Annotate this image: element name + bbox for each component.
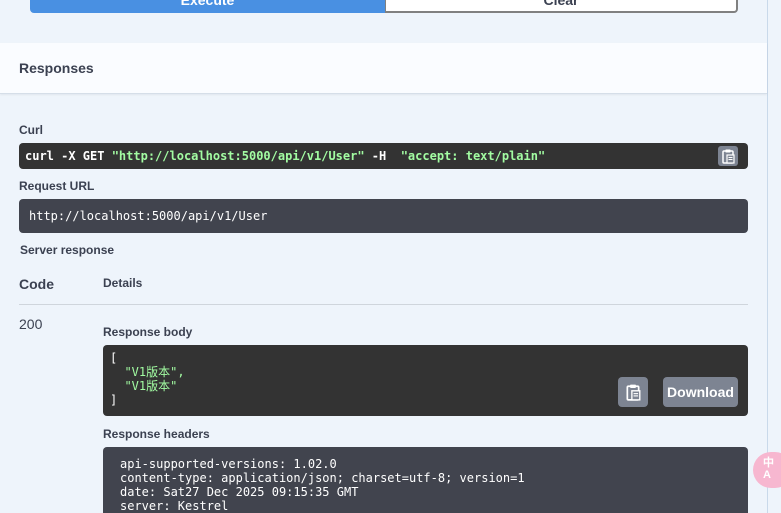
clipboard-icon xyxy=(626,384,641,401)
responses-title: Responses xyxy=(19,60,94,76)
json-open-bracket: [ xyxy=(110,351,118,365)
response-code: 200 xyxy=(19,316,43,332)
curl-flag: -H xyxy=(364,149,401,163)
request-url-label: Request URL xyxy=(19,179,95,193)
responses-panel: Execute Clear Responses Curl curl -X GET… xyxy=(0,0,768,513)
curl-header: "accept: text/plain" xyxy=(400,149,546,163)
code-column-header: Code xyxy=(19,276,54,292)
copy-body-button[interactable] xyxy=(618,377,648,407)
curl-prefix: curl -X GET xyxy=(25,149,112,163)
download-button[interactable]: Download xyxy=(663,377,738,407)
translate-icon-line1: 中 xyxy=(763,457,774,469)
clipboard-icon xyxy=(722,149,735,164)
response-body-label: Response body xyxy=(103,325,193,339)
details-column-header: Details xyxy=(103,276,143,290)
execute-button[interactable]: Execute xyxy=(30,0,385,13)
server-response-label: Server response xyxy=(20,243,115,257)
header-line: api-supported-versions: 1.02.0 xyxy=(120,457,337,471)
response-body[interactable]: [ "V1版本", "V1版本"] xyxy=(103,345,748,416)
translate-widget[interactable]: 中 A xyxy=(753,452,781,488)
response-headers[interactable]: api-supported-versions: 1.02.0 content-t… xyxy=(103,447,748,513)
header-line: content-type: application/json; charset=… xyxy=(120,471,525,485)
curl-label: Curl xyxy=(19,123,43,137)
header-line: date: Sat27 Dec 2025 09:15:35 GMT xyxy=(120,485,359,499)
clear-button[interactable]: Clear xyxy=(385,0,738,13)
curl-command[interactable]: curl -X GET "http://localhost:5000/api/v… xyxy=(19,143,748,169)
request-url-value[interactable]: http://localhost:5000/api/v1/User xyxy=(19,199,748,233)
copy-curl-button[interactable] xyxy=(718,146,738,166)
curl-url: "http://localhost:5000/api/v1/User" xyxy=(111,149,365,163)
translate-icon-line2: A xyxy=(763,469,771,481)
action-buttons: Execute Clear xyxy=(30,0,738,13)
table-divider xyxy=(19,304,748,305)
responses-header: Responses xyxy=(0,43,767,94)
header-line: server: Kestrel xyxy=(120,499,229,513)
response-headers-label: Response headers xyxy=(103,427,210,441)
